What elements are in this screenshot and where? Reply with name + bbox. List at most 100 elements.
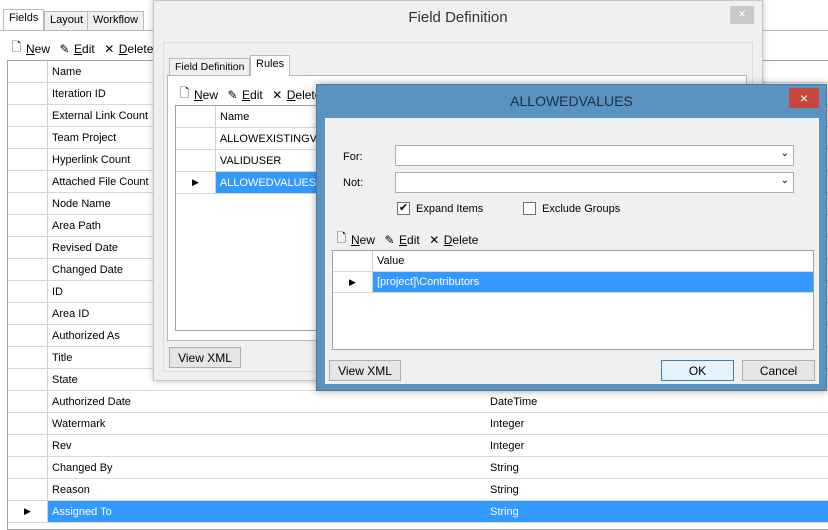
- checkmark-icon: ✔: [397, 202, 410, 215]
- delete-label: Delete: [443, 232, 479, 247]
- cell-type: String: [490, 461, 519, 474]
- row-header[interactable]: [8, 215, 48, 236]
- for-label: For:: [343, 151, 363, 163]
- pencil-icon: ✎: [227, 87, 238, 102]
- row-header[interactable]: [8, 281, 48, 302]
- new-document-icon: 🗋: [179, 86, 190, 100]
- new-rule-button[interactable]: 🗋 New: [178, 84, 218, 105]
- row-header[interactable]: [8, 325, 48, 346]
- cell-value: [project]\Contributors: [373, 272, 813, 292]
- new-document-icon: 🗋: [336, 231, 347, 245]
- new-label: New: [26, 41, 51, 56]
- delete-value-button[interactable]: ✕ Delete: [428, 232, 479, 247]
- view-xml-button[interactable]: View XML: [169, 347, 241, 368]
- exclude-groups-checkbox[interactable]: Exclude Groups: [523, 202, 620, 215]
- cell-type: Integer: [490, 417, 525, 430]
- tab-workflow[interactable]: Workflow: [87, 11, 145, 30]
- close-button[interactable]: ×: [730, 6, 754, 24]
- edit-label: Edit: [74, 41, 95, 56]
- chevron-down-icon: ⌄: [780, 148, 789, 159]
- not-combobox[interactable]: ⌄: [395, 172, 794, 193]
- row-header[interactable]: [8, 83, 48, 104]
- checkbox-box: [523, 202, 536, 215]
- table-row[interactable]: ▶ Assigned To String: [8, 501, 828, 523]
- dialog-client: For: ⌄ Not: ⌄ ✔ Expand Items Exclude Grou…: [325, 118, 819, 384]
- edit-button[interactable]: ✎ Edit: [58, 41, 95, 56]
- for-combobox[interactable]: ⌄: [395, 145, 794, 166]
- row-header[interactable]: [8, 303, 48, 324]
- rules-toolbar: 🗋 New ✎ Edit ✕ Delete: [178, 84, 322, 105]
- grid-header: Value: [333, 251, 813, 272]
- row-header[interactable]: [8, 193, 48, 214]
- row-header[interactable]: [8, 105, 48, 126]
- edit-value-button[interactable]: ✎ Edit: [383, 232, 420, 247]
- delete-label: Delete: [118, 41, 154, 56]
- x-icon: ✕: [104, 41, 115, 56]
- chevron-down-icon: ⌄: [780, 175, 789, 186]
- cancel-button[interactable]: Cancel: [742, 360, 815, 381]
- edit-label: Edit: [242, 87, 263, 102]
- table-row[interactable]: Changed By String: [8, 457, 828, 479]
- column-header-name[interactable]: Name: [216, 111, 249, 123]
- tab-field-definition[interactable]: Field Definition: [169, 58, 251, 75]
- new-value-button[interactable]: 🗋 New: [335, 229, 375, 250]
- row-pointer-icon[interactable]: ▶: [8, 501, 48, 522]
- cell-name: Reason: [52, 483, 90, 496]
- cell-name: Changed By: [52, 461, 113, 474]
- delete-button[interactable]: ✕ Delete: [103, 41, 154, 56]
- row-header[interactable]: [8, 237, 48, 258]
- row-header[interactable]: [8, 149, 48, 170]
- row-header[interactable]: [8, 127, 48, 148]
- values-toolbar: 🗋 New ✎ Edit ✕ Delete: [335, 229, 479, 250]
- tab-fields[interactable]: Fields: [3, 9, 45, 30]
- cell-name: Watermark: [52, 417, 106, 430]
- cell-type: Integer: [490, 439, 525, 452]
- row-header[interactable]: [8, 435, 48, 456]
- edit-rule-button[interactable]: ✎ Edit: [226, 87, 263, 102]
- dialog-title: ALLOWEDVALUES: [510, 93, 633, 109]
- row-header[interactable]: [8, 347, 48, 368]
- cell-type: String: [490, 483, 519, 496]
- x-icon: ✕: [272, 87, 283, 102]
- close-button[interactable]: ×: [789, 88, 819, 108]
- ok-button[interactable]: OK: [661, 360, 734, 381]
- not-label: Not:: [343, 177, 364, 189]
- new-button[interactable]: 🗋 New: [10, 38, 50, 59]
- cell-name: Authorized Date: [52, 395, 131, 408]
- exclude-groups-label: Exclude Groups: [542, 202, 621, 215]
- cell-type: String: [486, 501, 828, 522]
- allowedvalues-dialog: ALLOWEDVALUES × For: ⌄ Not: ⌄ ✔ Expand It…: [316, 84, 827, 391]
- row-pointer-icon[interactable]: ▶: [333, 272, 373, 292]
- x-icon: ✕: [429, 232, 440, 247]
- table-row[interactable]: ▶ [project]\Contributors: [333, 272, 813, 293]
- column-header-name[interactable]: Name: [48, 66, 81, 78]
- row-header[interactable]: [8, 369, 48, 390]
- table-row[interactable]: Authorized Date DateTime: [8, 391, 828, 413]
- table-row[interactable]: Watermark Integer: [8, 413, 828, 435]
- window-title: Field Definition: [408, 9, 508, 26]
- delete-rule-button[interactable]: ✕ Delete: [271, 87, 321, 102]
- cell-type: DateTime: [490, 395, 538, 408]
- row-pointer-icon[interactable]: ▶: [176, 172, 216, 193]
- tab-rules[interactable]: Rules: [250, 55, 291, 76]
- row-header[interactable]: [8, 259, 48, 280]
- new-document-icon: 🗋: [11, 40, 22, 54]
- expand-items-label: Expand Items: [416, 202, 484, 215]
- column-header-value[interactable]: Value: [373, 255, 404, 267]
- cell-name: Assigned To: [48, 501, 486, 522]
- row-header[interactable]: [176, 128, 216, 149]
- row-header[interactable]: [176, 150, 216, 171]
- values-grid: Value ▶ [project]\Contributors: [332, 250, 814, 350]
- table-row[interactable]: Reason String: [8, 479, 828, 501]
- row-header[interactable]: [8, 171, 48, 192]
- row-header[interactable]: [8, 391, 48, 412]
- row-header[interactable]: [8, 457, 48, 478]
- edit-label: Edit: [399, 232, 420, 247]
- table-row[interactable]: Rev Integer: [8, 435, 828, 457]
- row-header[interactable]: [8, 479, 48, 500]
- tab-layout[interactable]: Layout: [44, 11, 90, 30]
- view-xml-button[interactable]: View XML: [329, 360, 401, 381]
- row-header[interactable]: [8, 413, 48, 434]
- main-toolbar: 🗋 New ✎ Edit ✕ Delete: [10, 38, 154, 59]
- expand-items-checkbox[interactable]: ✔ Expand Items: [397, 202, 483, 215]
